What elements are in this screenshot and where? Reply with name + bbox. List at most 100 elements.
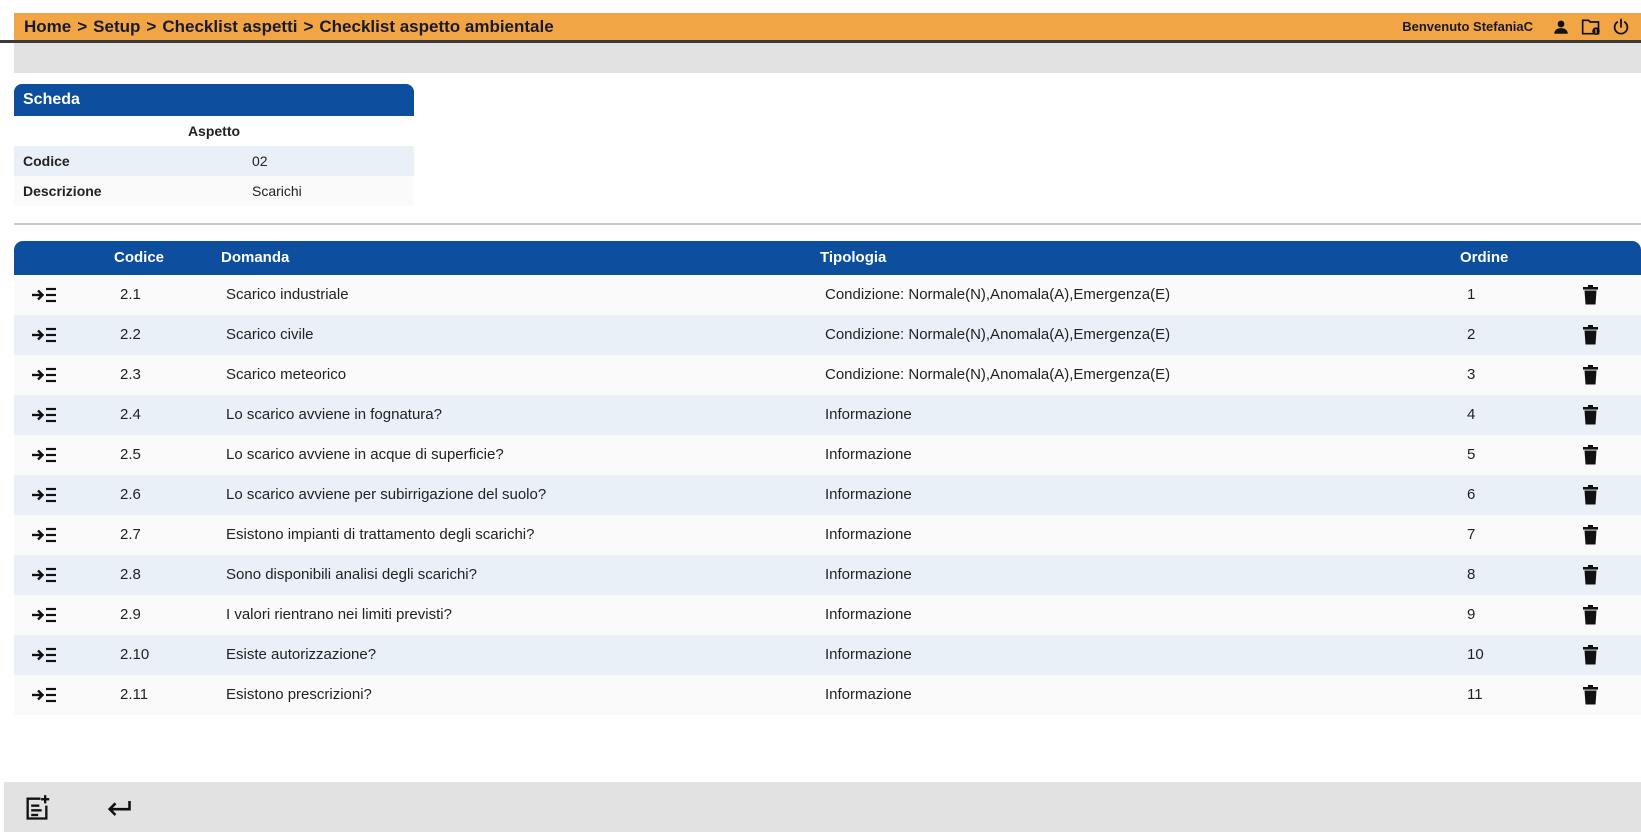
- indent-detail-icon[interactable]: [29, 395, 59, 435]
- field-value: Scarichi: [252, 183, 302, 199]
- header-codice[interactable]: Codice: [114, 241, 164, 275]
- table-row[interactable]: 2.10 Esiste autorizzazione? Informazione 10: [14, 635, 1641, 675]
- cell-tipologia: Informazione: [825, 566, 912, 583]
- top-bar: Home > Setup > Checklist aspetti > Check…: [14, 13, 1641, 40]
- cell-ordine: 3: [1467, 366, 1476, 383]
- toolbar-strip: [14, 43, 1641, 73]
- cell-ordine: 10: [1467, 646, 1484, 663]
- cell-ordine: 2: [1467, 326, 1476, 343]
- indent-detail-icon[interactable]: [29, 595, 59, 635]
- cell-ordine: 9: [1467, 606, 1476, 623]
- breadcrumb-current: Checklist aspetto ambientale: [319, 16, 554, 36]
- folder-notification-icon[interactable]: [1581, 17, 1601, 37]
- trash-icon[interactable]: [1579, 555, 1601, 595]
- cell-codice: 2.9: [120, 606, 141, 623]
- questions-table: Codice Domanda Tipologia Ordine 2.1 Scari…: [14, 241, 1641, 715]
- indent-detail-icon[interactable]: [29, 275, 59, 315]
- header-ordine[interactable]: Ordine: [1460, 241, 1508, 275]
- cell-tipologia: Condizione: Normale(N),Anomala(A),Emerge…: [825, 286, 1171, 303]
- breadcrumb-separator: >: [77, 16, 88, 36]
- scheda-field-descrizione: Descrizione Scarichi: [14, 176, 414, 206]
- indent-detail-icon[interactable]: [29, 355, 59, 395]
- indent-detail-icon[interactable]: [29, 675, 59, 715]
- table-row[interactable]: 2.9 I valori rientrano nei limiti previst…: [14, 595, 1641, 635]
- cell-ordine: 4: [1467, 406, 1476, 423]
- table-row[interactable]: 2.2 Scarico civile Condizione: Normale(N),…: [14, 315, 1641, 355]
- cell-tipologia: Informazione: [825, 606, 912, 623]
- cell-domanda: Esistono impianti di trattamento degli s…: [226, 526, 535, 543]
- cell-tipologia: Informazione: [825, 446, 912, 463]
- cell-codice: 2.7: [120, 526, 141, 543]
- scheda-field-codice: Codice 02: [14, 146, 414, 176]
- cell-domanda: Scarico civile: [226, 326, 314, 343]
- breadcrumb-separator: >: [303, 16, 314, 36]
- cell-tipologia: Informazione: [825, 646, 912, 663]
- table-body: 2.1 Scarico industriale Condizione: Normal…: [14, 275, 1641, 715]
- table-row[interactable]: 2.5 Lo scarico avviene in acque di superf…: [14, 435, 1641, 475]
- power-icon[interactable]: [1611, 17, 1631, 37]
- cell-tipologia: Condizione: Normale(N),Anomala(A),Emerge…: [825, 326, 1171, 343]
- table-row[interactable]: 2.1 Scarico industriale Condizione: Normal…: [14, 275, 1641, 315]
- cell-tipologia: Informazione: [825, 486, 912, 503]
- cell-codice: 2.10: [120, 646, 150, 663]
- user-icon[interactable]: [1551, 17, 1571, 37]
- table-row[interactable]: 2.11 Esistono prescrizioni? Informazione 11: [14, 675, 1641, 715]
- indent-detail-icon[interactable]: [29, 435, 59, 475]
- cell-codice: 2.11: [120, 686, 149, 703]
- header-tipologia[interactable]: Tipologia: [820, 241, 886, 275]
- cell-domanda: Scarico meteorico: [226, 366, 347, 383]
- table-header: Codice Domanda Tipologia Ordine: [14, 241, 1641, 275]
- trash-icon[interactable]: [1579, 595, 1601, 635]
- table-row[interactable]: 2.3 Scarico meteorico Condizione: Normale(…: [14, 355, 1641, 395]
- add-note-icon[interactable]: [21, 792, 53, 824]
- cell-codice: 2.4: [120, 406, 141, 423]
- back-arrow-icon[interactable]: [103, 792, 135, 824]
- topbar-right: Benvenuto StefaniaC: [1402, 17, 1641, 37]
- trash-icon[interactable]: [1579, 435, 1601, 475]
- footer-bar: [4, 782, 1641, 832]
- breadcrumb-checklist-aspetti[interactable]: Checklist aspetti: [162, 17, 297, 37]
- breadcrumb-setup[interactable]: Setup: [93, 17, 140, 37]
- breadcrumb: Home > Setup > Checklist aspetti > Check…: [14, 17, 554, 37]
- cell-domanda: Sono disponibili analisi degli scarichi?: [226, 566, 477, 583]
- trash-icon[interactable]: [1579, 355, 1601, 395]
- cell-codice: 2.3: [120, 366, 141, 383]
- table-row[interactable]: 2.6 Lo scarico avviene per subirrigazione…: [14, 475, 1641, 515]
- header-domanda[interactable]: Domanda: [221, 241, 289, 275]
- cell-tipologia: Informazione: [825, 686, 912, 703]
- indent-detail-icon[interactable]: [29, 315, 59, 355]
- table-row[interactable]: 2.4 Lo scarico avviene in fognatura? Infor…: [14, 395, 1641, 435]
- indent-detail-icon[interactable]: [29, 515, 59, 555]
- cell-domanda: Lo scarico avviene per subirrigazione de…: [226, 486, 547, 503]
- welcome-text: Benvenuto StefaniaC: [1402, 19, 1533, 34]
- cell-domanda: Lo scarico avviene in fognatura?: [226, 406, 442, 423]
- cell-ordine: 6: [1467, 486, 1476, 503]
- cell-ordine: 8: [1467, 566, 1476, 583]
- trash-icon[interactable]: [1579, 635, 1601, 675]
- trash-icon[interactable]: [1579, 395, 1601, 435]
- cell-domanda: Lo scarico avviene in acque di superfici…: [226, 446, 504, 463]
- cell-codice: 2.8: [120, 566, 141, 583]
- table-row[interactable]: 2.8 Sono disponibili analisi degli scaric…: [14, 555, 1641, 595]
- trash-icon[interactable]: [1579, 275, 1601, 315]
- cell-ordine: 7: [1467, 526, 1476, 543]
- trash-icon[interactable]: [1579, 675, 1601, 715]
- indent-detail-icon[interactable]: [29, 555, 59, 595]
- scheda-card: Scheda Aspetto Codice 02 Descrizione Sca…: [14, 84, 414, 206]
- trash-icon[interactable]: [1579, 515, 1601, 555]
- cell-ordine: 1: [1467, 286, 1476, 303]
- indent-detail-icon[interactable]: [29, 635, 59, 675]
- cell-ordine: 5: [1467, 446, 1476, 463]
- cell-codice: 2.1: [120, 286, 141, 303]
- scheda-title: Scheda: [14, 84, 414, 116]
- cell-domanda: Scarico industriale: [226, 286, 349, 303]
- field-label: Codice: [23, 153, 70, 169]
- indent-detail-icon[interactable]: [29, 475, 59, 515]
- breadcrumb-separator: >: [146, 16, 157, 36]
- field-label: Descrizione: [23, 183, 102, 199]
- breadcrumb-home[interactable]: Home: [24, 17, 71, 37]
- table-row[interactable]: 2.7 Esistono impianti di trattamento degl…: [14, 515, 1641, 555]
- field-value: 02: [252, 153, 268, 169]
- trash-icon[interactable]: [1579, 475, 1601, 515]
- trash-icon[interactable]: [1579, 315, 1601, 355]
